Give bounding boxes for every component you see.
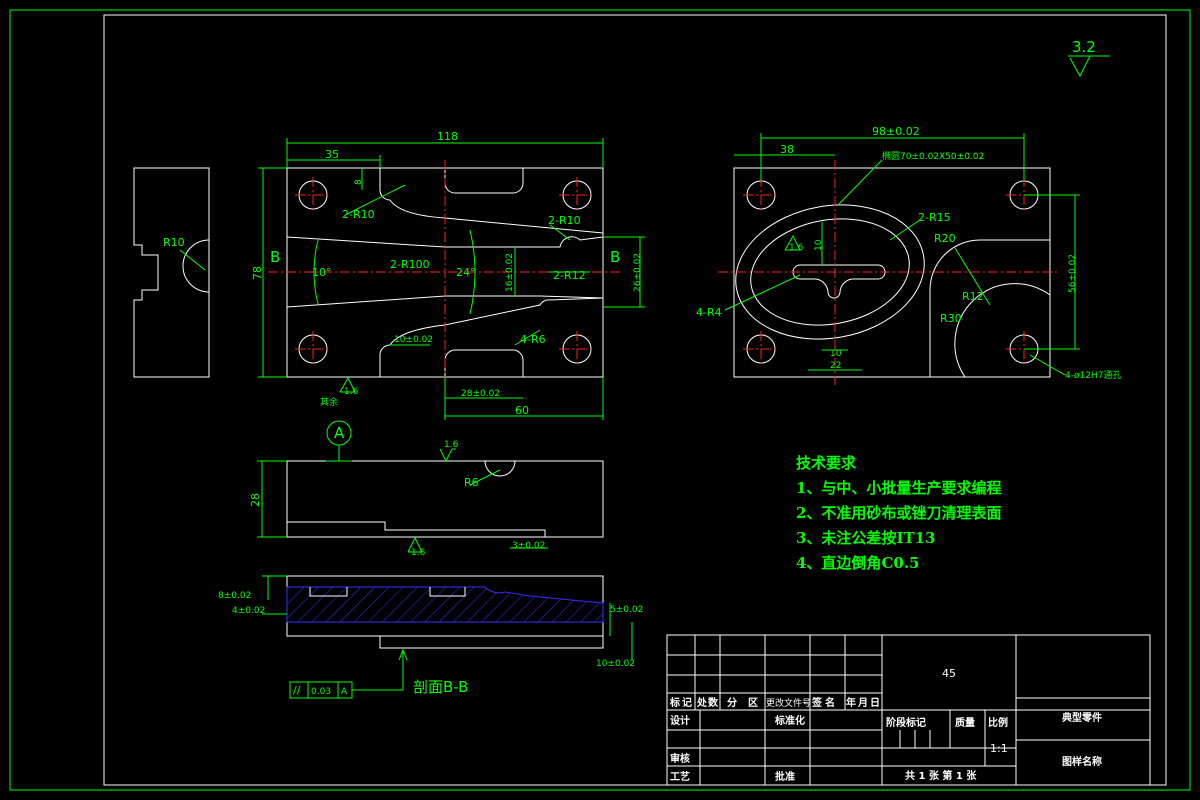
dim-60: 60 [515, 404, 529, 417]
rev-col-1: 标 [669, 696, 680, 709]
label-2r15: 2-R15 [918, 211, 951, 224]
left-side-view: R10 [133, 167, 210, 378]
roughness-middle-top: 1.6 [444, 440, 459, 450]
process-label: 工艺 [670, 770, 690, 783]
section-view: 8±0.02 4±0.02 5±0.02 10±0.02 // 0.03 A 剖… [218, 575, 643, 699]
label-4r6: 4-R6 [520, 333, 546, 346]
roughness-symbol-main: 3.2 [1068, 38, 1110, 78]
dim-4-section: 4±0.02 [232, 606, 265, 616]
dim-118: 118 [437, 130, 458, 143]
main-front-view: 118 35 8 78 B B 2-R10 2-R10 2-R100 2-R12… [251, 130, 645, 420]
roughness-middle-bottom: 1.6 [411, 548, 426, 558]
rev-col-9: 名 [825, 696, 835, 709]
dim-10-section: 10±0.02 [596, 659, 635, 669]
dim-16: 16±0.02 [505, 253, 515, 292]
stage-mark: 阶段标记 [886, 716, 926, 729]
dim-38: 38 [780, 143, 794, 156]
rev-col-6: 区 [748, 697, 758, 709]
dim-8-section: 8±0.02 [218, 591, 251, 601]
dim-98: 98±0.02 [872, 125, 920, 138]
inner-border [103, 14, 1167, 786]
label-2r100: 2-R100 [390, 258, 430, 271]
middle-view: 28 A 1.6 R6 1.6 3±0.02 [249, 420, 604, 558]
label-r6-middle: R6 [464, 476, 479, 489]
section-label: 剖面B-B [413, 678, 468, 696]
dim-26: 26±0.02 [633, 253, 643, 292]
dim-78: 78 [251, 266, 264, 280]
label-2r10-left: 2-R10 [342, 208, 375, 221]
dim-56: 56±0.02 [1068, 254, 1078, 293]
dim-5-section: 5±0.02 [610, 605, 643, 615]
tech-req-item-3: 3、未注公差按IT13 [796, 529, 936, 547]
title-block: 45 典型零件 图样名称 标 记 处 数 分 区 更改文件号 签 名 年 月 日… [666, 634, 1151, 786]
dim-10-front: 10±0.02 [394, 335, 433, 345]
tech-req-item-2: 2、不准用砂布或锉刀清理表面 [796, 504, 1001, 522]
standard-label: 标准化 [774, 714, 805, 727]
tolerance-symbol: // [293, 684, 301, 697]
dim-10-bottom: 10 [830, 349, 842, 359]
dim-28-front: 28±0.02 [461, 389, 500, 399]
angle-24: 24° [456, 266, 476, 279]
right-top-view: 98±0.02 38 椭圆70±0.02X50±0.02 2-R15 R20 R… [696, 125, 1121, 385]
rev-col-5: 分 [727, 696, 737, 709]
roughness-right: 1.6 [789, 243, 804, 253]
material: 45 [942, 667, 956, 680]
technical-requirements: 技术要求 1、与中、小批量生产要求编程 2、不准用砂布或锉刀清理表面 3、未注公… [796, 454, 1001, 572]
label-2r12: 2-R12 [553, 269, 586, 282]
roughness-tag: 其余 [320, 396, 338, 408]
weight-label: 质量 [955, 716, 975, 729]
dim-22: 22 [830, 361, 841, 371]
sheets: 共 1 张 第 1 张 [905, 769, 977, 782]
rev-col-4: 数 [708, 696, 719, 709]
part-name: 典型零件 [1062, 711, 1102, 724]
tech-req-item-4: 4、直边倒角C0.5 [796, 554, 919, 572]
roughness-main-value: 3.2 [1072, 38, 1096, 56]
review-label: 审核 [670, 752, 690, 765]
approve-label: 批准 [775, 770, 795, 783]
dim-8: 8 [354, 179, 364, 185]
label-r12: R12 [962, 290, 984, 303]
dim-10-vert: 10 [814, 239, 824, 251]
label-holes: 4-ø12H7通孔 [1065, 370, 1121, 381]
tech-req-item-1: 1、与中、小批量生产要求编程 [796, 479, 1001, 497]
tech-req-title: 技术要求 [796, 454, 857, 472]
scale-label: 比例 [988, 716, 1008, 729]
dim-35: 35 [325, 148, 339, 161]
rev-col-2: 记 [682, 697, 692, 709]
side-r10-label: R10 [163, 236, 185, 249]
section-b-left: B [270, 248, 280, 266]
cad-drawing: 3.2 R10 118 35 8 78 B B 2-R10 2-R10 2-R1… [9, 9, 1191, 791]
datum-a: A [334, 424, 345, 442]
rev-col-11: 月 [857, 697, 868, 709]
label-2r10-right: 2-R10 [548, 214, 581, 227]
outer-border [9, 9, 1191, 791]
dim-28-middle: 28 [249, 493, 262, 507]
section-b-right: B [610, 248, 620, 266]
rev-col-3: 处 [696, 696, 708, 709]
rev-col-7: 更改文件号 [766, 697, 811, 709]
roughness-front: 1.6 [344, 387, 359, 397]
rev-col-12: 日 [870, 697, 880, 709]
label-r20: R20 [934, 232, 956, 245]
angle-10: 10° [312, 266, 332, 279]
tolerance-value: 0.03 [311, 687, 331, 697]
tolerance-datum: A [341, 687, 348, 697]
design-label: 设计 [670, 714, 690, 727]
label-4r4: 4-R4 [696, 306, 722, 319]
scale-value: 1:1 [990, 742, 1008, 755]
dim-3: 3±0.02 [512, 541, 545, 551]
label-r30: R30 [940, 312, 962, 325]
rev-col-8: 签 [811, 696, 823, 709]
dim-ellipse: 椭圆70±0.02X50±0.02 [882, 150, 984, 162]
rev-col-10: 年 [846, 696, 856, 709]
drawing-name: 图样名称 [1062, 755, 1102, 768]
